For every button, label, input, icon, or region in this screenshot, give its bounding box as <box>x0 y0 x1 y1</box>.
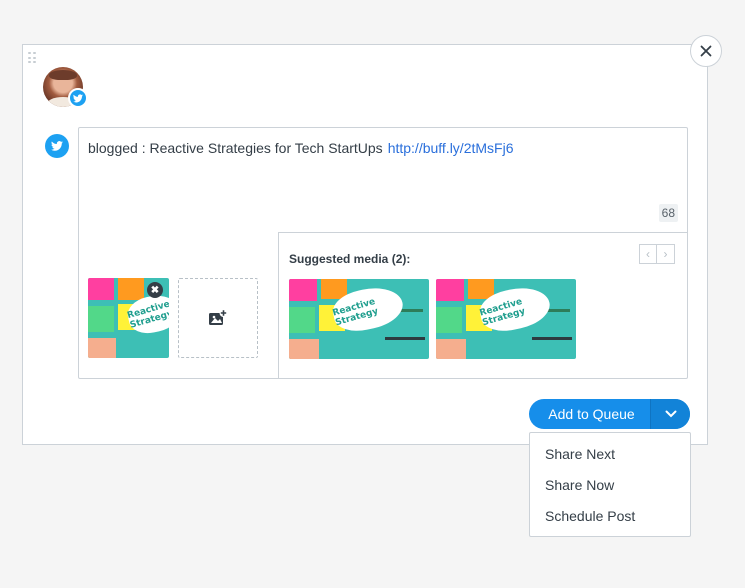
suggested-media-title: Suggested media (2): <box>289 252 411 266</box>
close-icon <box>700 45 712 57</box>
queue-options-menu: Share Next Share Now Schedule Post <box>529 432 691 537</box>
post-body-text: blogged : Reactive Strategies for Tech S… <box>88 140 383 156</box>
remove-image-button[interactable]: ✖ <box>147 282 163 298</box>
suggested-media-caption: Reactive Strategy <box>331 296 380 329</box>
chevron-down-icon <box>665 410 676 418</box>
suggested-media-item[interactable]: Reactive Strategy <box>436 279 576 359</box>
prev-arrow-icon[interactable]: ‹ <box>639 244 657 264</box>
suggested-media-caption: Reactive Strategy <box>478 296 527 329</box>
post-editor[interactable]: blogged : Reactive Strategies for Tech S… <box>78 127 688 379</box>
post-text[interactable]: blogged : Reactive Strategies for Tech S… <box>88 140 513 156</box>
suggested-media-panel: Suggested media (2): ‹ › Reactive Strate… <box>278 232 688 379</box>
add-media-button[interactable] <box>178 278 258 358</box>
add-to-queue-split-button: Add to Queue <box>529 399 690 429</box>
add-image-icon <box>209 309 228 325</box>
next-arrow-icon[interactable]: › <box>657 244 675 264</box>
queue-options-toggle[interactable] <box>650 399 690 429</box>
character-count: 68 <box>658 204 678 222</box>
close-button[interactable] <box>690 35 722 67</box>
post-link[interactable]: http://buff.ly/2tMsFj6 <box>388 140 514 156</box>
add-to-queue-button[interactable]: Add to Queue <box>529 399 650 429</box>
menu-item-schedule-post[interactable]: Schedule Post <box>530 506 690 537</box>
twitter-network-icon <box>45 134 69 158</box>
drag-handle-icon[interactable] <box>28 52 36 64</box>
menu-item-share-now[interactable]: Share Now <box>530 475 690 506</box>
twitter-icon <box>68 88 88 108</box>
menu-item-share-next[interactable]: Share Next <box>530 444 690 475</box>
post-composer: blogged : Reactive Strategies for Tech S… <box>22 44 708 445</box>
attached-image-caption: Reactive Strategy <box>126 299 169 331</box>
suggested-media-pager: ‹ › <box>639 244 675 264</box>
suggested-media-item[interactable]: Reactive Strategy <box>289 279 429 359</box>
